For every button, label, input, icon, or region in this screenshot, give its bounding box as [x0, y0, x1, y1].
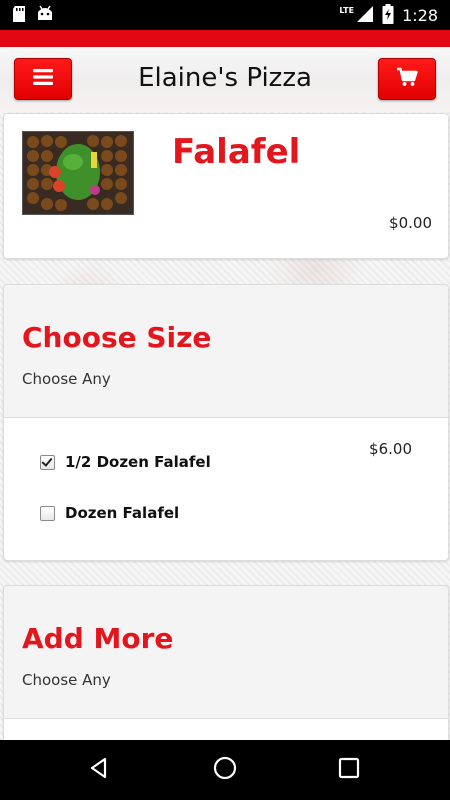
home-icon: [213, 756, 237, 784]
section-subtitle: Choose Any: [22, 671, 111, 689]
shopping-cart-icon: [396, 67, 418, 91]
section-add-more: Add More Choose Any: [3, 585, 449, 757]
status-left-icons: [12, 5, 54, 27]
clock: 1:28: [402, 6, 438, 25]
item-name: Falafel: [172, 132, 301, 172]
cart-button[interactable]: [378, 58, 436, 100]
item-price: $0.00: [389, 214, 432, 232]
status-bar: LTE 1:28: [0, 0, 450, 30]
status-right-icons: LTE 1:28: [339, 4, 438, 28]
option-dozen[interactable]: Dozen Falafel: [40, 501, 179, 525]
item-card: Falafel $0.00: [3, 113, 449, 259]
option-label: Dozen Falafel: [65, 504, 180, 522]
option-price: $6.00: [369, 440, 412, 458]
option-half-dozen[interactable]: 1/2 Dozen Falafel: [40, 450, 211, 474]
app-header: Elaine's Pizza: [0, 47, 450, 112]
item-image: [22, 131, 134, 215]
android-icon: [36, 5, 54, 27]
recent-apps-button[interactable]: [333, 754, 365, 786]
option-label: 1/2 Dozen Falafel: [65, 453, 211, 471]
checkbox-half-dozen[interactable]: [40, 454, 55, 470]
navigation-bar: [0, 740, 450, 800]
section-title: Add More: [22, 622, 174, 655]
sd-card-icon: [12, 5, 26, 27]
section-choose-size: Choose Size Choose Any $6.00 1/2 Dozen F…: [3, 284, 449, 561]
brand-accent-band: [0, 30, 450, 47]
back-button[interactable]: [83, 754, 115, 786]
recent-apps-icon: [338, 757, 360, 783]
network-type-label: LTE: [339, 5, 355, 15]
battery-charging-icon: [382, 4, 394, 28]
section-subtitle: Choose Any: [22, 370, 111, 388]
checkbox-dozen[interactable]: [40, 505, 55, 521]
home-button[interactable]: [209, 754, 241, 786]
section-options: $6.00 1/2 Dozen Falafel Dozen Falafel: [4, 418, 448, 560]
signal-icon: [356, 5, 374, 27]
back-icon: [88, 757, 110, 783]
section-title: Choose Size: [22, 321, 212, 354]
